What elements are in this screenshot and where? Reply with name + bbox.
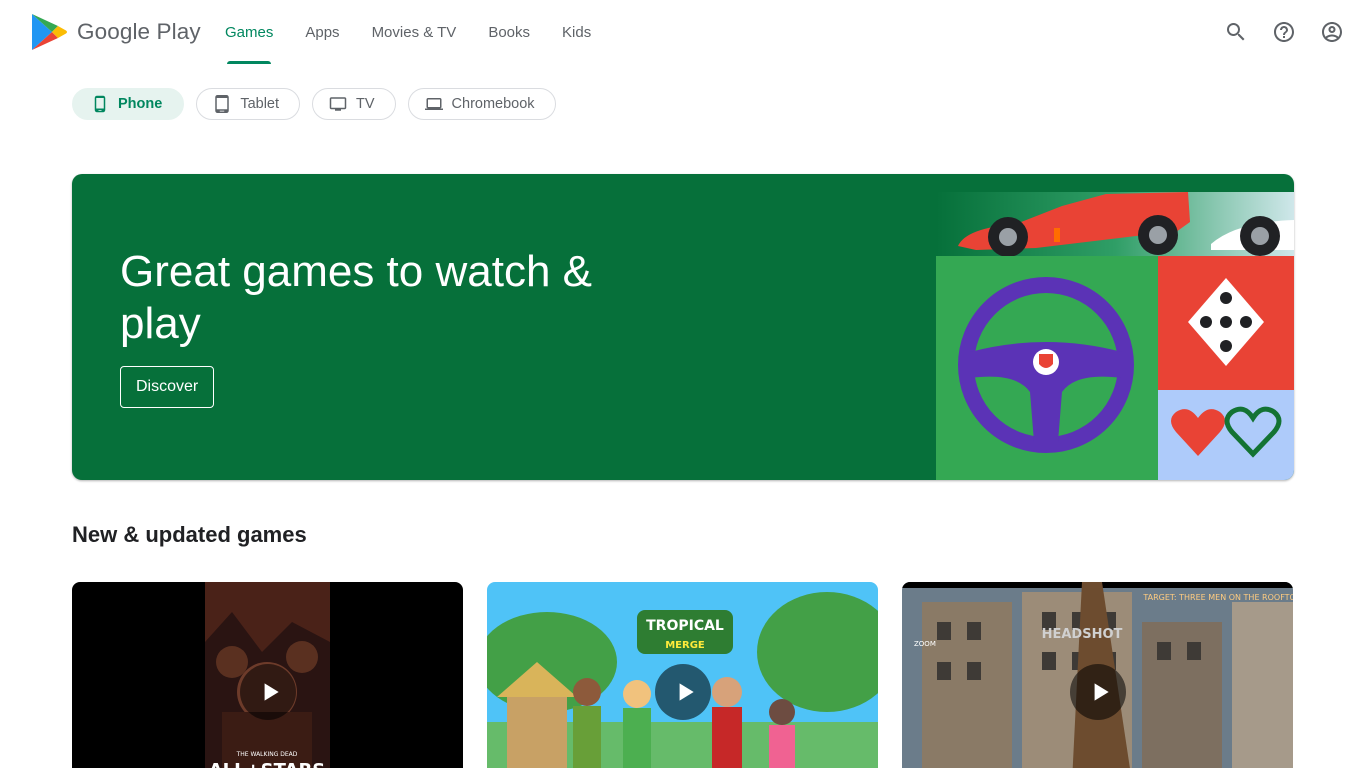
tv-icon — [329, 97, 347, 111]
search-icon — [1227, 23, 1245, 41]
header-actions — [1212, 8, 1356, 56]
chip-tablet[interactable]: Tablet — [196, 88, 301, 120]
chip-label: Tablet — [240, 96, 280, 112]
play-icon — [264, 683, 279, 701]
tab-label: Books — [488, 23, 531, 41]
device-filter-chips: Phone Tablet TV Chromebook — [72, 88, 556, 120]
play-button[interactable] — [240, 664, 296, 720]
tab-movies-tv[interactable]: Movies & TV — [356, 0, 473, 64]
card-caption-large: ALL+STARS — [209, 760, 326, 768]
hero-title: Great games to watch & play — [120, 247, 592, 348]
play-icon — [679, 683, 694, 701]
account-icon — [1322, 22, 1342, 42]
brand-name: Google Play — [77, 19, 201, 44]
game-card-sniper[interactable]: HEADSHOT TARGET: THREE MEN ON THE ROOFTO… — [902, 582, 1293, 768]
card-zoom-label: ZOOM — [914, 640, 936, 648]
play-icon — [1094, 683, 1109, 701]
tab-kids[interactable]: Kids — [546, 0, 607, 64]
chip-label: TV — [356, 96, 375, 112]
account-button[interactable] — [1308, 8, 1356, 56]
card-caption-title: TROPICAL — [646, 618, 724, 634]
chip-tv[interactable]: TV — [312, 88, 396, 120]
tab-label: Apps — [305, 23, 340, 41]
help-icon — [1274, 22, 1294, 42]
hero-illustration — [936, 192, 1294, 480]
google-play-logo[interactable]: Google Play — [31, 13, 201, 51]
play-button[interactable] — [1070, 664, 1126, 720]
help-button[interactable] — [1260, 8, 1308, 56]
laptop-icon — [424, 98, 443, 110]
chip-label: Chromebook — [451, 96, 535, 112]
search-button[interactable] — [1212, 8, 1260, 56]
hero-banner[interactable]: Great games to watch & play Discover — [72, 174, 1294, 480]
card-caption-small: THE WALKING DEAD — [236, 751, 298, 758]
play-logo-icon — [32, 14, 67, 50]
tab-label: Games — [225, 23, 274, 41]
game-card-walking-dead[interactable]: THE WALKING DEAD ALL+STARS — [72, 582, 463, 768]
chip-label: Phone — [118, 96, 163, 112]
tab-apps[interactable]: Apps — [289, 0, 355, 64]
chip-chromebook[interactable]: Chromebook — [407, 88, 556, 120]
game-card-tropical-merge[interactable]: TROPICAL MERGE — [487, 582, 878, 768]
card-target-text: TARGET: THREE MEN ON THE ROOFTOP — [1142, 593, 1293, 602]
new-games-carousel: THE WALKING DEAD ALL+STARS TROPICAL MERG — [72, 582, 1293, 768]
card-caption-subtitle: MERGE — [665, 640, 705, 651]
tablet-icon — [215, 95, 230, 113]
phone-icon — [94, 95, 106, 113]
main-nav: Games Apps Movies & TV Books Kids — [209, 0, 607, 64]
card-caption-title: HEADSHOT — [1042, 627, 1123, 642]
tab-books[interactable]: Books — [472, 0, 546, 64]
tab-label: Kids — [562, 23, 592, 41]
discover-button[interactable]: Discover — [120, 366, 215, 408]
chip-phone[interactable]: Phone — [72, 88, 185, 120]
tab-games[interactable]: Games — [209, 0, 289, 64]
section-title: New & updated games — [72, 522, 307, 547]
top-app-bar: Google Play Games Apps Movies & TV Books… — [0, 0, 1366, 64]
play-button[interactable] — [655, 664, 711, 720]
tab-label: Movies & TV — [371, 23, 457, 41]
